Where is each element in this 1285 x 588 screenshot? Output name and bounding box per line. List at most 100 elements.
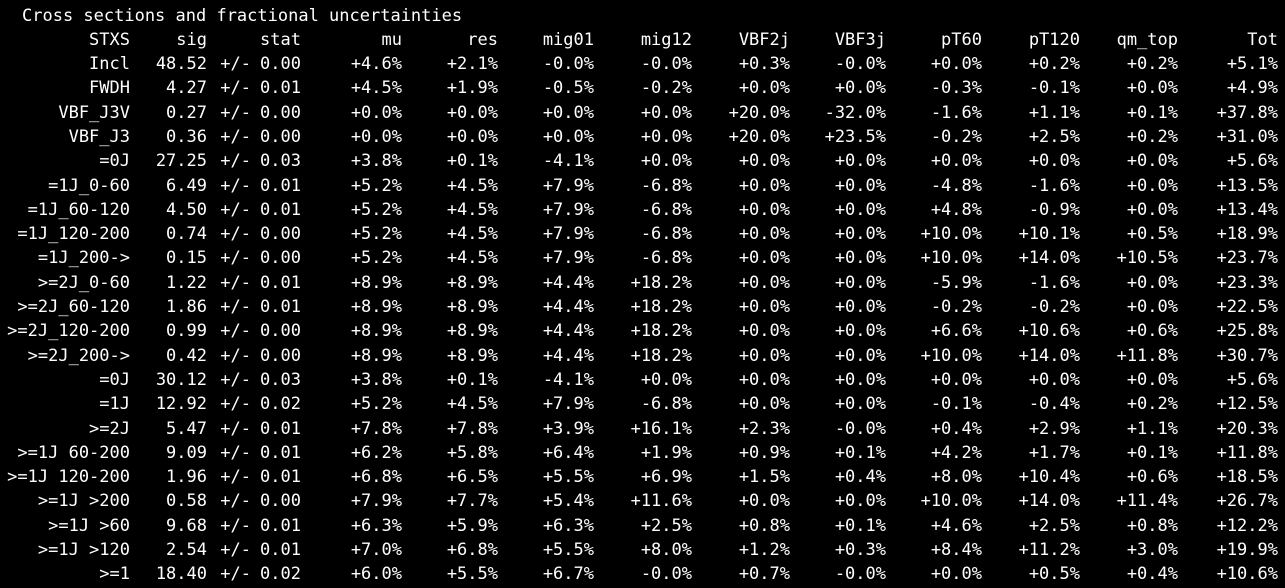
table-cell: +22.5%: [1216, 297, 1278, 317]
row-label: =1J_0-60: [48, 175, 130, 196]
table-cell: +0.0%: [834, 369, 886, 390]
table-cell: -0.1%: [930, 394, 982, 415]
table-cell: -6.8%: [640, 248, 692, 269]
table-cell: +0.0%: [446, 102, 498, 123]
table-cell: -0.0%: [640, 564, 692, 585]
table-cell: 0.01: [260, 78, 301, 99]
table-cell: +30.7%: [1216, 345, 1278, 366]
table-cell: +0.0%: [1126, 297, 1178, 317]
table-cell: +5.5%: [542, 540, 594, 560]
table-cell: +0.3%: [834, 540, 886, 560]
table-cell: +6.8%: [446, 540, 498, 560]
table-cell: 0.00: [260, 491, 301, 512]
table-cell: 18.40: [155, 564, 207, 585]
table-cell: +37.8%: [1216, 102, 1278, 123]
table-cell: +0.0%: [834, 151, 886, 172]
table-cell: +7.9%: [542, 224, 594, 245]
table-cell: +1.1%: [1028, 102, 1080, 123]
table-cell: -0.2%: [930, 126, 982, 147]
table-cell: 0.01: [260, 442, 301, 463]
table-cell: 4.27: [166, 78, 207, 99]
table-cell: 0.00: [260, 321, 301, 342]
table-cell: +5.8%: [446, 442, 498, 463]
table-cell: 0.42: [166, 345, 207, 366]
row-label: =1J_200->: [37, 248, 130, 269]
table-cell: +12.2%: [1216, 515, 1278, 536]
table-cell: +8.0%: [930, 467, 982, 488]
table-cell: -0.3%: [930, 78, 982, 99]
table-cell: -0.9%: [1028, 199, 1080, 220]
column-header: mig12: [640, 30, 692, 50]
table-cell: +4.5%: [350, 78, 402, 99]
table-cell: 0.36: [166, 126, 207, 147]
table-cell: +5.2%: [350, 199, 402, 220]
table-cell: +0.0%: [834, 272, 886, 293]
table-cell: +20.0%: [728, 102, 790, 123]
table-cell: +18.2%: [630, 345, 692, 366]
table-cell: 27.25: [155, 151, 207, 172]
row-label: >=2J_120-200: [7, 321, 130, 342]
table-cell: +6.5%: [446, 467, 498, 488]
table-cell: +/-: [220, 297, 251, 317]
table-cell: 0.01: [260, 272, 301, 293]
table-cell: +1.7%: [1028, 442, 1080, 463]
table-cell: 0.01: [260, 467, 301, 488]
table-cell: +4.2%: [930, 442, 982, 463]
table-cell: +/-: [220, 102, 251, 123]
table-cell: +0.3%: [738, 54, 790, 74]
table-row: >=2J_60-120 1.86 +/- 0.01 +8.9% +8.9% +4.4% +18…: [0, 295, 1285, 319]
table-cell: +0.0%: [834, 394, 886, 415]
table-cell: +6.7%: [542, 564, 594, 585]
row-label: VBF_J3: [68, 126, 130, 147]
table-cell: -1.6%: [930, 102, 982, 123]
table-cell: +2.5%: [1028, 515, 1080, 536]
table-cell: +0.0%: [738, 369, 790, 390]
table-cell: +5.5%: [542, 467, 594, 488]
table-cell: -5.9%: [930, 272, 982, 293]
table-row: =1J_60-120 4.50 +/- 0.01 +5.2% +4.5% +7.9% -6.8…: [0, 198, 1285, 222]
table-cell: -0.0%: [640, 54, 692, 74]
table-cell: -6.8%: [640, 199, 692, 220]
table-cell: +/-: [220, 175, 251, 196]
table-cell: +10.0%: [920, 491, 982, 512]
table-cell: +2.9%: [1028, 418, 1080, 439]
table-cell: +0.6%: [1126, 467, 1178, 488]
table-cell: +1.5%: [738, 467, 790, 488]
table-cell: +0.0%: [542, 102, 594, 123]
table-cell: -0.0%: [542, 54, 594, 74]
row-label: =1J_120-200: [17, 224, 130, 245]
table-cell: -1.6%: [1028, 272, 1080, 293]
table-cell: +0.0%: [738, 78, 790, 99]
table-cell: +18.2%: [630, 321, 692, 342]
table-cell: -6.8%: [640, 224, 692, 245]
table-row: =0J 30.12 +/- 0.03 +3.8% +0.1% -4.1% +0.0% +0.0%…: [0, 368, 1285, 392]
table-cell: +0.1%: [1126, 102, 1178, 123]
table-cell: +6.3%: [542, 515, 594, 536]
table-cell: +0.0%: [834, 224, 886, 245]
table-cell: +0.1%: [446, 151, 498, 172]
table-cell: +/-: [220, 248, 251, 269]
table-cell: +23.7%: [1216, 248, 1278, 269]
table-cell: +8.9%: [350, 321, 402, 342]
table-cell: +0.0%: [834, 321, 886, 342]
table-cell: -1.6%: [1028, 175, 1080, 196]
table-cell: +4.4%: [542, 297, 594, 317]
table-cell: +/-: [220, 491, 251, 512]
table-cell: 0.01: [260, 199, 301, 220]
table-cell: +11.2%: [1018, 540, 1080, 560]
table-cell: 1.86: [166, 297, 207, 317]
table-cell: +2.5%: [1028, 126, 1080, 147]
table-cell: +3.0%: [1126, 540, 1178, 560]
table-cell: +7.0%: [350, 540, 402, 560]
table-cell: +10.6%: [1216, 564, 1278, 585]
table-cell: +4.6%: [930, 515, 982, 536]
table-cell: +10.1%: [1018, 224, 1080, 245]
table-cell: +/-: [220, 345, 251, 366]
table-cell: +12.5%: [1216, 394, 1278, 415]
table-cell: +0.0%: [738, 175, 790, 196]
table-cell: +0.0%: [738, 151, 790, 172]
table-cell: +0.0%: [1126, 272, 1178, 293]
table-cell: +0.0%: [1126, 151, 1178, 172]
table-row: =1J 12.92 +/- 0.02 +5.2% +4.5% +7.9% -6.8% +0.0%…: [0, 392, 1285, 416]
table-cell: +/-: [220, 515, 251, 536]
